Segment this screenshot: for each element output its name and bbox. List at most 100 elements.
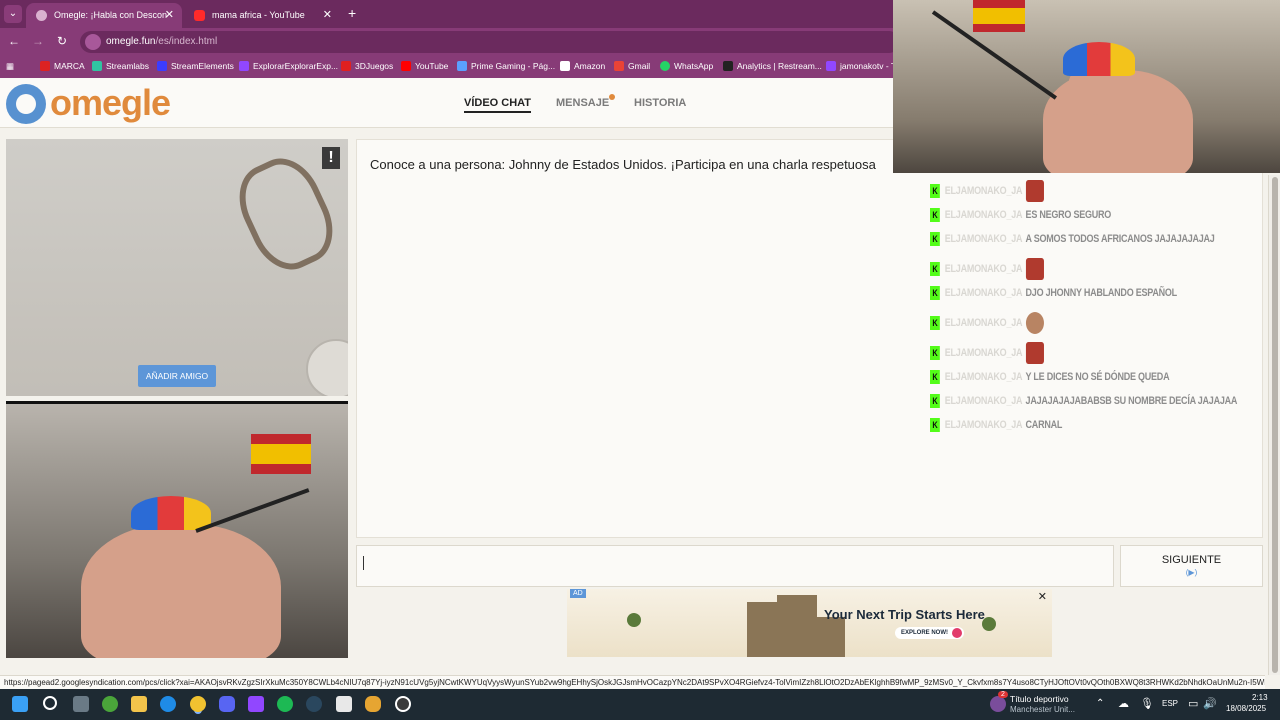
rage-emote-icon [1025, 180, 1044, 202]
ad-close-icon[interactable]: ✕ [1038, 590, 1047, 603]
bookmark-explorar[interactable]: ExplorarExplorarExp... [239, 61, 338, 71]
streamlabs-icon [92, 61, 102, 71]
bookmark-youtube[interactable]: YouTube [401, 61, 448, 71]
tray-chevron-up-icon[interactable]: ⌃ [1096, 698, 1104, 709]
omegle-logo-icon [6, 84, 46, 124]
bookmark-gmail[interactable]: Gmail [614, 61, 650, 71]
kick-badge-icon: K [930, 262, 940, 276]
youtube-favicon-icon [194, 10, 205, 21]
omegle-logo[interactable]: omegle [6, 82, 206, 126]
chat-message: K ELJAMONAKO_JA CARNAL [930, 418, 1062, 438]
clock-date[interactable]: 18/08/2025 [1226, 704, 1266, 713]
bookmark-analytics-restream[interactable]: Analytics | Restream... [723, 61, 822, 71]
ad-cta-button[interactable]: EXPLORE NOW! [895, 627, 965, 639]
twitch-icon[interactable] [248, 696, 264, 712]
close-tab-icon[interactable]: ✕ [323, 8, 332, 21]
kick-badge-icon: K [930, 232, 940, 246]
kick-badge-icon: K [930, 418, 940, 432]
capcut-icon[interactable] [336, 696, 352, 712]
site-info-icon[interactable] [85, 34, 101, 50]
tab-omegle-title: Omegle: ¡Habla con Descon [54, 10, 168, 20]
next-button[interactable]: SIGUIENTE (▶) [1120, 545, 1263, 587]
streamelements-icon [157, 61, 167, 71]
chat-message: K ELJAMONAKO_JA DJO JHONNY HABLANDO ESPAÑO… [930, 286, 1177, 306]
twitch-icon [239, 61, 249, 71]
add-friend-button[interactable]: AÑADIR AMIGO [138, 365, 216, 387]
chat-username: ELJAMONAKO_JA [944, 346, 1023, 359]
chat-intro-text: Conoce a una persona: Johnny de Estados … [370, 157, 876, 172]
screen: ⌄ Omegle: ¡Habla con Descon ✕ mama afric… [0, 0, 1280, 720]
bookmark-marca[interactable]: MARCA [40, 61, 85, 71]
back-arrow-icon[interactable]: ← [6, 34, 22, 48]
bookmark-3djuegos[interactable]: 3DJuegos [341, 61, 393, 71]
widget-title: Título deportivo [1010, 694, 1069, 704]
tab-omegle[interactable]: Omegle: ¡Habla con Descon ✕ [26, 3, 182, 28]
ad-banner[interactable]: AD ✕ Your Next Trip Starts Here EXPLORE … [567, 589, 1052, 657]
volume-icon[interactable]: 🔊 [1203, 697, 1217, 710]
xbox-icon[interactable] [102, 696, 118, 712]
clock-time[interactable]: 2:13 [1252, 693, 1268, 702]
tab-search-icon[interactable]: ⌄ [4, 5, 22, 23]
new-tab-plus-icon[interactable]: + [348, 5, 356, 21]
bookmark-streamlabs[interactable]: Streamlabs [92, 61, 149, 71]
microphone-icon[interactable]: 🎙 [1140, 697, 1154, 710]
bookmark-label: ExplorarExplorarExp... [253, 61, 339, 71]
bookmark-amazon[interactable]: Amazon [560, 61, 605, 71]
search-icon[interactable] [43, 696, 57, 710]
chat-message: K ELJAMONAKO_JA ES NEGRO SEGURO [930, 208, 1111, 228]
forward-arrow-icon[interactable]: → [30, 34, 46, 48]
chat-log-panel: Conoce a una persona: Johnny de Estados … [356, 139, 1263, 538]
bookmark-streamelements[interactable]: StreamElements [157, 61, 234, 71]
bucket-hat [131, 496, 211, 530]
onedrive-icon[interactable]: ☁ [1118, 697, 1129, 710]
page-scrollbar[interactable] [1268, 175, 1280, 675]
message-input[interactable] [356, 545, 1114, 587]
nav-message[interactable]: MENSAJE [556, 94, 616, 109]
notification-badge: 2 [998, 691, 1008, 698]
palm-tree [627, 613, 641, 627]
file-explorer-icon[interactable] [131, 696, 147, 712]
bookmark-whatsapp[interactable]: WhatsApp [660, 61, 713, 71]
chat-text: JAJAJAJAJABABSB SU NOMBRE DECÍA JAJAJAA [1025, 394, 1238, 407]
apps-grid-icon[interactable]: ▦ [6, 61, 14, 72]
spotify-icon[interactable] [277, 696, 293, 712]
bookmark-label: Streamlabs [106, 61, 149, 71]
scrollbar-thumb[interactable] [1272, 177, 1278, 673]
report-flag-icon[interactable]: ! [322, 147, 340, 169]
chat-message: K ELJAMONAKO_JA [930, 180, 1044, 202]
bookmark-label: Analytics | Restream... [737, 61, 822, 71]
bookmark-label: MARCA [54, 61, 85, 71]
obs-icon[interactable] [395, 696, 411, 712]
edge-icon[interactable] [160, 696, 176, 712]
nav-video-chat[interactable]: VÍDEO CHAT [464, 97, 532, 113]
chat-username: ELJAMONAKO_JA [944, 184, 1023, 197]
chrome-icon[interactable] [190, 696, 206, 712]
close-tab-icon[interactable]: ✕ [165, 8, 174, 21]
bookmark-label: WhatsApp [674, 61, 714, 71]
chat-text: A SOMOS TODOS AFRICANOS JAJAJAJAJAJ [1025, 232, 1215, 245]
chat-username: ELJAMONAKO_JA [944, 394, 1023, 407]
chat-username: ELJAMONAKO_JA [944, 208, 1023, 221]
input-language[interactable]: ESP [1162, 699, 1178, 708]
bookmark-prime-gaming[interactable]: Prime Gaming - Pág... [457, 61, 555, 71]
network-icon[interactable]: ▭ [1188, 697, 1198, 710]
lamp-shape [306, 339, 348, 396]
chat-text: ES NEGRO SEGURO [1025, 208, 1112, 221]
chat-text: Y LE DICES NO SÉ DÓNDE QUEDA [1025, 370, 1170, 383]
discord-icon[interactable] [219, 696, 235, 712]
tab-youtube[interactable]: mama africa - YouTube ✕ [184, 3, 340, 28]
url-omnibox[interactable]: omegle.fun/es/index.html [80, 31, 900, 53]
sports-widget-icon[interactable] [990, 696, 1006, 712]
task-view-icon[interactable] [73, 696, 89, 712]
bookmark-jamonakotv[interactable]: jamonakotv - T [826, 61, 896, 71]
temple-tower [817, 617, 845, 657]
nav-history[interactable]: HISTORIA [634, 97, 686, 109]
app-icon[interactable] [365, 696, 381, 712]
omegle-favicon-icon [36, 10, 47, 21]
bucket-hat [1063, 42, 1135, 76]
steam-icon[interactable] [306, 696, 322, 712]
reload-icon[interactable]: ↻ [54, 34, 70, 48]
bookmark-label: YouTube [415, 61, 449, 71]
windows-start-icon[interactable] [12, 696, 28, 712]
windows-taskbar: 2 Título deportivo Manchester Unit... ⌃ … [0, 689, 1280, 720]
